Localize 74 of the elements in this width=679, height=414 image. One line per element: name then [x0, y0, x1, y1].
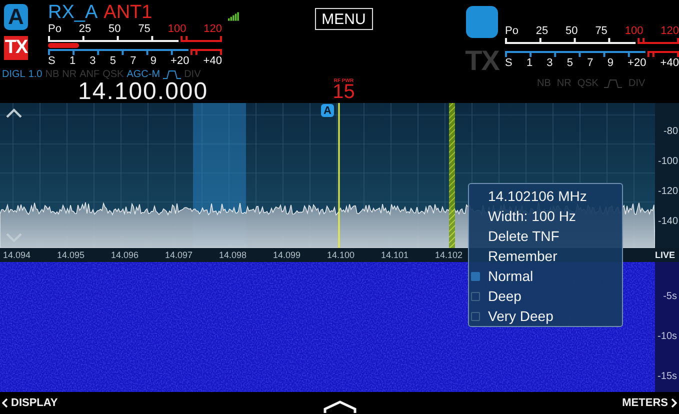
frequency-label: 14.101	[381, 250, 410, 260]
scale-label: 120	[660, 25, 679, 38]
mode-label[interactable]: DIGL	[2, 69, 26, 80]
receiver-badge[interactable]	[466, 6, 498, 38]
menu-item[interactable]: Normal	[469, 266, 622, 286]
signal-strength-icon	[228, 12, 240, 21]
menu-info-text: Width: 100 Hz	[487, 207, 577, 226]
chevron-left-icon	[2, 398, 8, 408]
notch-marker[interactable]	[449, 103, 455, 248]
menu-item[interactable]: Very Deep	[469, 306, 622, 326]
live-label: LIVE	[655, 250, 676, 260]
frequency-label: 14.100	[327, 250, 356, 260]
frequency-label: 14.098	[219, 250, 248, 260]
scale-label: 75	[138, 23, 150, 36]
scale-label: 75	[595, 25, 608, 38]
frequency-label: 14.097	[165, 250, 194, 260]
scale-label: 9	[150, 55, 156, 68]
scale-label: 1	[526, 57, 533, 70]
scale-label: +40	[203, 55, 222, 68]
scale-label: 3	[90, 55, 96, 68]
menu-item[interactable]: Remember	[469, 246, 622, 266]
scale-label: Po	[505, 25, 518, 38]
scale-label: 50	[566, 25, 578, 38]
time-label: -10s	[658, 331, 677, 342]
antenna-label[interactable]: ANT1	[104, 2, 152, 23]
chevron-up-icon[interactable]	[6, 108, 22, 118]
frequency-label: 14.094	[3, 250, 32, 260]
scale-label: 9	[607, 57, 614, 70]
scale-label: 3	[546, 57, 553, 70]
scale-label: 100	[624, 25, 644, 38]
tuning-line[interactable]	[338, 103, 340, 248]
scale-label: S	[505, 57, 512, 70]
scale-label: +20	[628, 57, 646, 70]
meters-button[interactable]: METERS	[620, 395, 679, 411]
scale-label: S	[48, 55, 56, 68]
db-label: -100	[658, 156, 678, 167]
scale-label: +20	[170, 55, 190, 68]
time-label: -5s	[663, 291, 677, 302]
scale-label: 50	[108, 23, 121, 36]
scale-label: 7	[587, 57, 594, 70]
home-chevron-icon[interactable]	[322, 400, 357, 414]
scale-label: 25	[78, 23, 92, 36]
rf-power-value[interactable]: 15	[332, 84, 355, 101]
receiver-name: RX_A	[48, 2, 98, 23]
scale-label: 25	[536, 25, 548, 38]
scale-label: +40	[660, 57, 679, 70]
scale-label: 120	[204, 23, 222, 36]
scale-label: 1	[69, 55, 76, 68]
mode-label[interactable]: 1.0	[28, 69, 42, 80]
chevron-right-icon	[670, 398, 677, 408]
frequency-label: 14.095	[57, 250, 86, 260]
mode-label[interactable]: AGC-M	[126, 69, 160, 80]
vfo-marker[interactable]: A	[321, 104, 334, 117]
menu-button[interactable]: MENU	[314, 8, 373, 30]
menu-item[interactable]: Delete TNF	[469, 226, 622, 246]
tx-indicator[interactable]: TX	[4, 36, 28, 60]
menu-info-text: 14.102106 MHz	[487, 187, 588, 206]
filter-shape-icon[interactable]	[163, 70, 182, 79]
scale-label: Po	[48, 23, 62, 36]
db-label: -140	[658, 216, 678, 227]
frequency-display[interactable]: 14.100.000	[0, 80, 222, 103]
db-label: -80	[664, 126, 678, 137]
scale-label: 100	[168, 23, 186, 36]
receiver-badge[interactable]: A	[4, 4, 28, 30]
frequency-label: 14.096	[111, 250, 140, 260]
scale-label: 5	[566, 57, 573, 70]
frequency-label: 14.102	[435, 250, 464, 260]
display-button[interactable]: DISPLAY	[0, 395, 60, 411]
scale-label: 5	[110, 55, 116, 68]
menu-item[interactable]: Deep	[469, 286, 622, 306]
scale-label: 7	[130, 55, 136, 68]
time-label: -15s	[658, 371, 677, 382]
db-label: -120	[658, 186, 678, 197]
frequency-label: 14.099	[273, 250, 302, 260]
